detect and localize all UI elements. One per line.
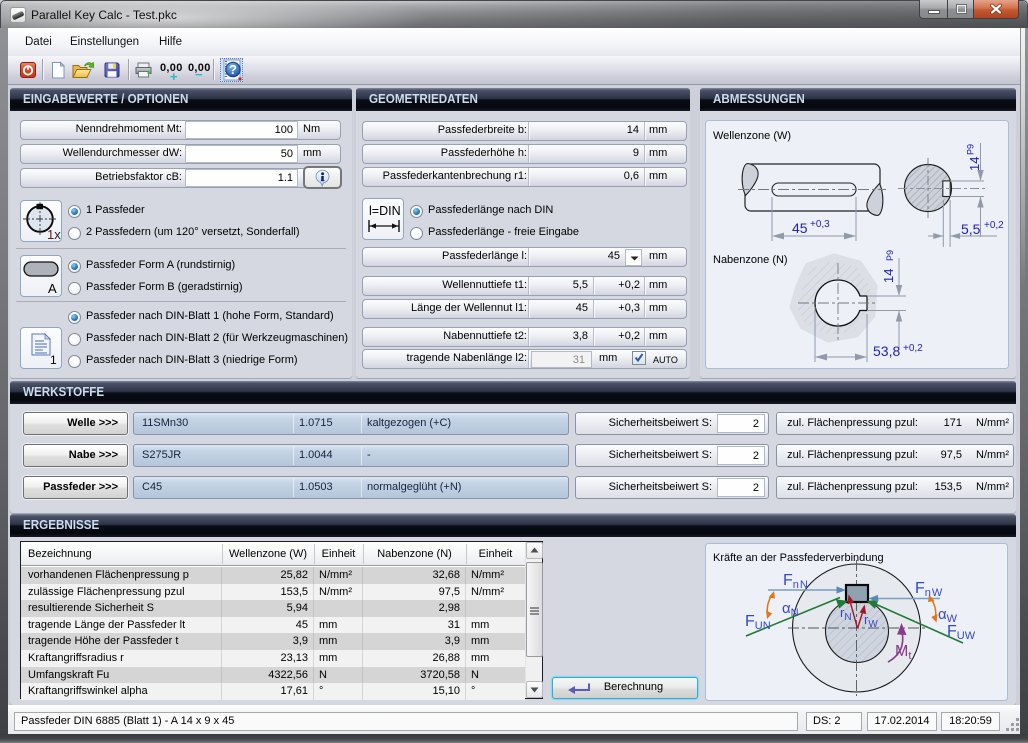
svg-text:+0,3: +0,3 <box>810 219 830 230</box>
svg-text:FUN: FUN <box>745 613 771 632</box>
svg-text:FnW: FnW <box>915 580 943 599</box>
svg-text:14: 14 <box>967 157 982 171</box>
svg-text:?: ? <box>229 62 237 77</box>
svg-text:Nabenzone (N): Nabenzone (N) <box>713 254 788 266</box>
svg-text:rW: rW <box>864 612 878 630</box>
svg-text:P9: P9 <box>885 250 895 261</box>
svg-text:FUW: FUW <box>947 623 976 642</box>
svg-text:rN: rN <box>840 605 852 623</box>
svg-text:53,8: 53,8 <box>873 343 900 359</box>
svg-text:FnN: FnN <box>783 572 808 591</box>
svg-text:Kräfte an der Passfederverbind: Kräfte an der Passfederverbindung <box>713 552 884 564</box>
svg-text:Wellenzone (W): Wellenzone (W) <box>713 130 791 142</box>
svg-text:αW: αW <box>938 606 958 625</box>
svg-text:+0,2: +0,2 <box>984 220 1004 231</box>
svg-text:5,5: 5,5 <box>961 221 981 237</box>
svg-text:P9: P9 <box>966 144 976 155</box>
svg-text:45: 45 <box>792 220 808 236</box>
svg-text:αN: αN <box>782 600 799 619</box>
svg-text:Mt: Mt <box>895 643 911 662</box>
svg-text:14: 14 <box>881 269 896 283</box>
svg-text:+0,2: +0,2 <box>903 343 923 354</box>
